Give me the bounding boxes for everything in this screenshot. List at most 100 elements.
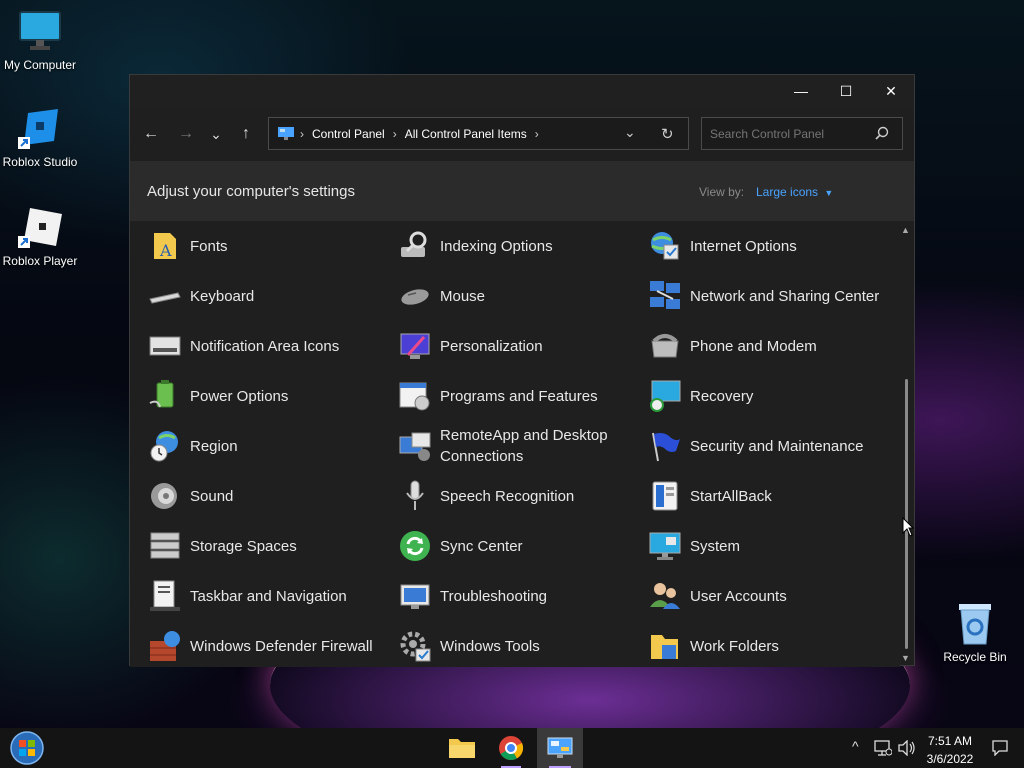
desktop-icon-recycle-bin[interactable]: Recycle Bin [935, 602, 1015, 664]
list-item-keyboard[interactable]: Keyboard [148, 271, 380, 321]
list-item-fonts[interactable]: A Fonts [148, 221, 380, 271]
close-button[interactable]: ✕ [868, 75, 914, 107]
item-label: Taskbar and Navigation [190, 587, 347, 605]
scroll-down-arrow[interactable]: ▼ [901, 653, 910, 663]
list-item-notification-area[interactable]: Notification Area Icons [148, 321, 380, 371]
desktop-icon-roblox-studio[interactable]: Roblox Studio [0, 107, 80, 169]
troubleshooting-icon [398, 579, 432, 613]
start-orb-icon [10, 731, 44, 765]
list-item-startallback[interactable]: StartAllBack [648, 471, 880, 521]
mouse-icon [398, 279, 432, 313]
list-item-programs-features[interactable]: Programs and Features [398, 371, 630, 421]
chevron-down-icon: ▼ [824, 188, 834, 198]
item-label: System [690, 537, 741, 555]
address-bar[interactable]: › Control Panel › All Control Panel Item… [268, 117, 689, 150]
list-item-windows-tools[interactable]: Windows Tools [398, 621, 630, 667]
breadcrumb-control-panel[interactable]: Control Panel [312, 127, 385, 141]
list-item-work-folders[interactable]: Work Folders [648, 621, 880, 667]
list-item-mouse[interactable]: Mouse [398, 271, 630, 321]
list-item-network-sharing[interactable]: Network and Sharing Center [648, 271, 880, 321]
windows-tools-icon [398, 629, 432, 663]
list-item-troubleshooting[interactable]: Troubleshooting [398, 571, 630, 621]
page-title: Adjust your computer's settings [147, 183, 355, 200]
taskbar-file-explorer[interactable] [440, 728, 484, 768]
desktop-icon-label: Roblox Player [2, 254, 78, 268]
notification-icon [992, 740, 1008, 757]
list-item-region[interactable]: Region [148, 421, 380, 471]
title-bar[interactable]: — ☐ ✕ [130, 75, 914, 107]
list-item-recovery[interactable]: Recovery [648, 371, 880, 421]
desktop-icon-roblox-player[interactable]: Roblox Player [0, 206, 80, 268]
back-button[interactable]: ← [137, 121, 165, 147]
monitor-icon [18, 10, 62, 54]
item-label: Region [190, 437, 238, 455]
volume-tray-icon[interactable] [898, 739, 916, 761]
list-item-user-accounts[interactable]: User Accounts [648, 571, 880, 621]
item-label: StartAllBack [690, 487, 772, 505]
list-item-speech-recognition[interactable]: Speech Recognition [398, 471, 630, 521]
scroll-thumb[interactable] [905, 379, 908, 649]
list-item-personalization[interactable]: Personalization [398, 321, 630, 371]
breadcrumb-all-items[interactable]: All Control Panel Items [405, 127, 527, 141]
list-item-taskbar-navigation[interactable]: Taskbar and Navigation [148, 571, 380, 621]
region-icon [148, 429, 182, 463]
user-accounts-icon [648, 579, 682, 613]
taskbar-chrome[interactable] [489, 728, 533, 768]
view-by-dropdown[interactable]: Large icons ▼ [756, 185, 833, 199]
firewall-icon [148, 629, 182, 663]
up-button[interactable]: ↑ [232, 121, 260, 147]
network-tray-icon[interactable] [874, 740, 893, 761]
recent-locations-button[interactable]: ⌄ [202, 121, 230, 147]
item-label: Keyboard [190, 287, 255, 305]
indexing-options-icon [398, 229, 432, 263]
clock-time: 7:51 AM [927, 734, 973, 748]
list-item-sound[interactable]: Sound [148, 471, 380, 521]
refresh-button[interactable]: ↻ [661, 125, 674, 143]
item-label: Mouse [440, 287, 486, 305]
microphone-icon [398, 479, 432, 513]
forward-button[interactable]: → [172, 121, 200, 147]
item-label: Notification Area Icons [190, 337, 340, 355]
taskbar-clock[interactable]: 7:51 AM 3/6/2022 [918, 732, 982, 768]
minimize-button[interactable]: — [778, 75, 824, 107]
list-item-phone-modem[interactable]: Phone and Modem [648, 321, 880, 371]
search-icon[interactable] [875, 126, 889, 145]
item-label: Indexing Options [440, 237, 553, 255]
navigation-bar: ← → ⌄ ↑ › Control Panel › All Control Pa… [130, 117, 914, 151]
list-item-internet-options[interactable]: Internet Options [648, 221, 880, 271]
clock-date: 3/6/2022 [926, 752, 974, 766]
list-item-power-options[interactable]: Power Options [148, 371, 380, 421]
breadcrumb-separator: › [534, 126, 539, 141]
taskbar-navigation-icon [148, 579, 182, 613]
desktop-icon-my-computer[interactable]: My Computer [0, 10, 80, 72]
vertical-scrollbar[interactable]: ▲ ▼ [898, 221, 914, 667]
content-header: Adjust your computer's settings View by:… [130, 161, 914, 221]
list-item-windows-defender-firewall[interactable]: Windows Defender Firewall [148, 621, 380, 667]
item-label: Internet Options [690, 237, 797, 255]
list-item-storage-spaces[interactable]: Storage Spaces [148, 521, 380, 571]
control-panel-items-grid: A Fonts Indexing Options Internet Option… [130, 221, 900, 667]
item-label: Personalization [440, 337, 543, 355]
search-input[interactable] [710, 126, 870, 141]
notification-center-button[interactable] [992, 740, 1008, 761]
scroll-up-arrow[interactable]: ▲ [901, 225, 910, 235]
chrome-icon [499, 736, 524, 761]
desktop-icon-label: Recycle Bin [943, 650, 1007, 664]
address-dropdown-button[interactable]: ⌄ [624, 124, 636, 141]
list-item-security-maintenance[interactable]: Security and Maintenance [648, 421, 880, 471]
list-item-indexing-options[interactable]: Indexing Options [398, 221, 630, 271]
view-by-value: Large icons [756, 185, 819, 199]
tray-overflow-button[interactable]: ^ [852, 738, 859, 754]
start-button[interactable] [2, 728, 52, 768]
maximize-button[interactable]: ☐ [823, 75, 869, 107]
list-item-system[interactable]: System [648, 521, 880, 571]
keyboard-icon [148, 279, 182, 313]
startallback-icon [648, 479, 682, 513]
sync-center-icon [398, 529, 432, 563]
list-item-remoteapp[interactable]: RemoteApp and Desktop Connections [398, 421, 630, 471]
taskbar-control-panel[interactable] [537, 728, 583, 768]
item-label: Network and Sharing Center [690, 287, 880, 305]
svg-text:A: A [159, 241, 172, 260]
search-box[interactable] [701, 117, 903, 150]
list-item-sync-center[interactable]: Sync Center [398, 521, 630, 571]
